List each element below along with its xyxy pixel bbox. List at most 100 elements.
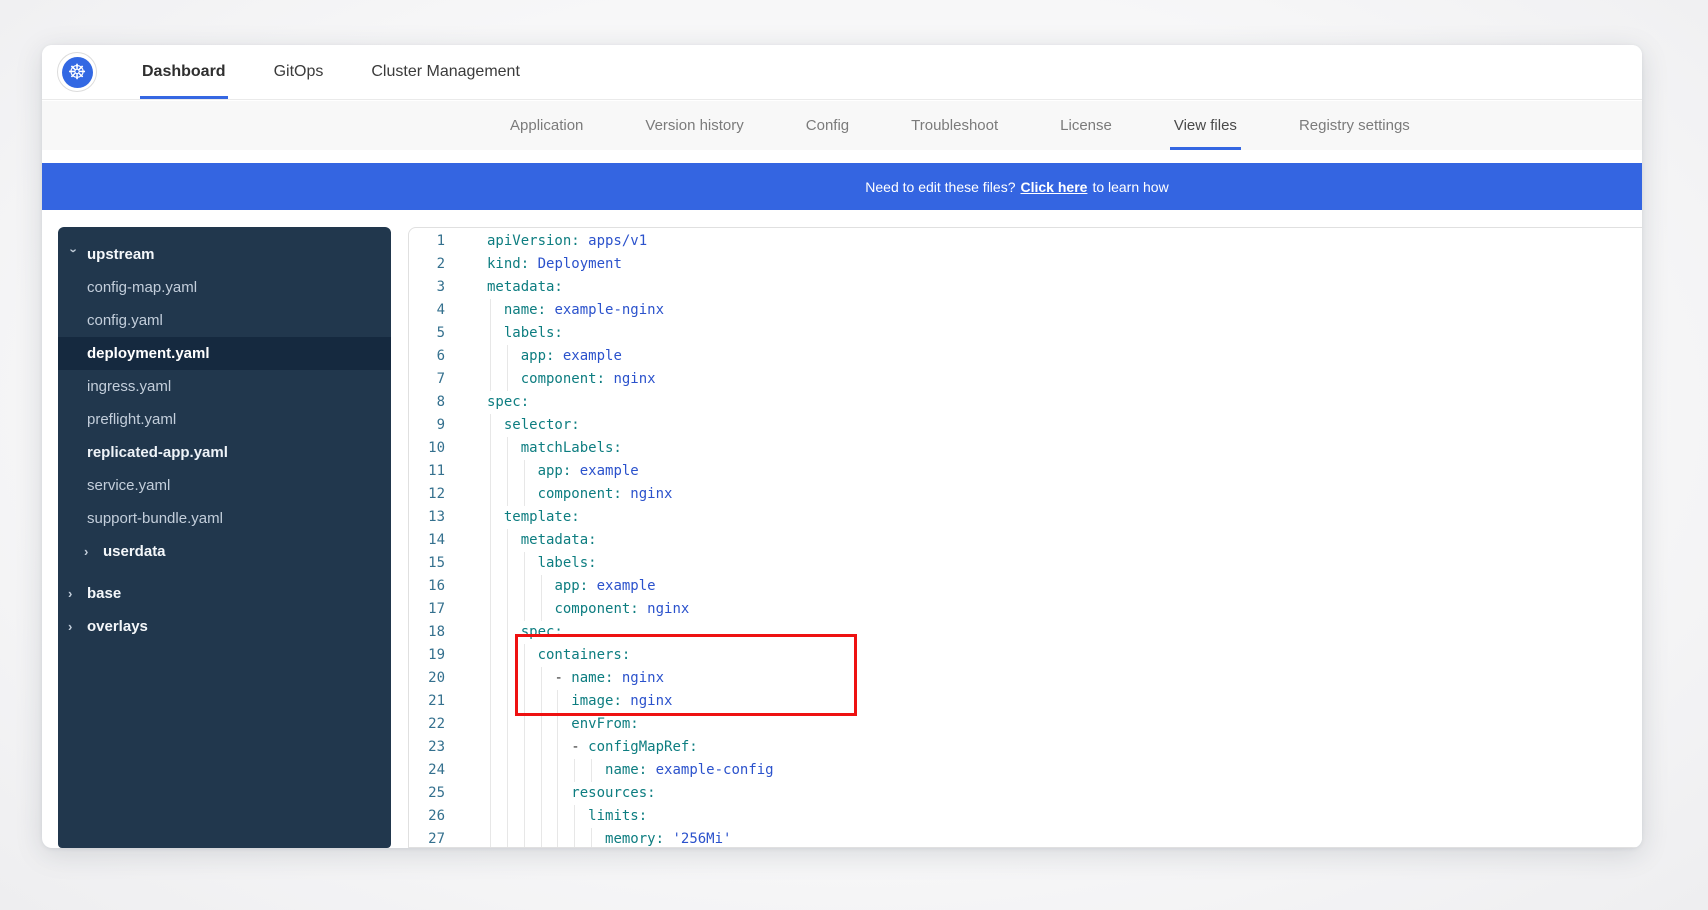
indent-guide xyxy=(507,598,508,621)
code-line-27[interactable]: 27 memory: '256Mi' xyxy=(409,828,1642,848)
line-number: 18 xyxy=(409,621,487,644)
subnav-tab-config[interactable]: Config xyxy=(806,101,849,150)
line-content: selector: xyxy=(487,414,1642,437)
indent-guide xyxy=(490,690,491,713)
subnav-tab-view-files[interactable]: View files xyxy=(1174,101,1237,150)
line-content: metadata: xyxy=(487,529,1642,552)
indent-guide xyxy=(507,782,508,805)
header-tab-dashboard[interactable]: Dashboard xyxy=(142,45,226,99)
code-line-9[interactable]: 9 selector: xyxy=(409,414,1642,437)
indent-guide xyxy=(574,759,575,782)
indent-guide xyxy=(541,736,542,759)
code-line-25[interactable]: 25 resources: xyxy=(409,782,1642,805)
indent-guide xyxy=(490,529,491,552)
code-line-14[interactable]: 14 metadata: xyxy=(409,529,1642,552)
indent-guide xyxy=(524,805,525,828)
code-line-2[interactable]: 2kind: Deployment xyxy=(409,253,1642,276)
indent-guide xyxy=(507,736,508,759)
indent-guide xyxy=(557,713,558,736)
tree-item-preflight-yaml[interactable]: preflight.yaml xyxy=(58,403,391,436)
code-line-24[interactable]: 24 name: example-config xyxy=(409,759,1642,782)
line-number: 20 xyxy=(409,667,487,690)
tree-item-config-yaml[interactable]: config.yaml xyxy=(58,304,391,337)
banner-text-before: Need to edit these files? xyxy=(865,179,1015,195)
code-line-5[interactable]: 5 labels: xyxy=(409,322,1642,345)
code-line-13[interactable]: 13 template: xyxy=(409,506,1642,529)
indent-guide xyxy=(574,828,575,848)
line-content: matchLabels: xyxy=(487,437,1642,460)
line-content: metadata: xyxy=(487,276,1642,299)
tree-item-base[interactable]: ›base xyxy=(58,577,391,610)
tree-item-deployment-yaml[interactable]: deployment.yaml xyxy=(58,337,391,370)
tree-item-label: preflight.yaml xyxy=(87,411,176,428)
line-content: template: xyxy=(487,506,1642,529)
subnav-tab-registry-settings[interactable]: Registry settings xyxy=(1299,101,1410,150)
yaml-editor[interactable]: 1apiVersion: apps/v12kind: Deployment3me… xyxy=(408,227,1642,848)
code-line-12[interactable]: 12 component: nginx xyxy=(409,483,1642,506)
line-number: 13 xyxy=(409,506,487,529)
code-line-18[interactable]: 18 spec: xyxy=(409,621,1642,644)
banner-click-here-link[interactable]: Click here xyxy=(1021,179,1088,195)
subnav-tab-troubleshoot[interactable]: Troubleshoot xyxy=(911,101,998,150)
tree-item-service-yaml[interactable]: service.yaml xyxy=(58,469,391,502)
code-line-17[interactable]: 17 component: nginx xyxy=(409,598,1642,621)
indent-guide xyxy=(557,805,558,828)
tree-item-replicated-app-yaml[interactable]: replicated-app.yaml xyxy=(58,436,391,469)
code-line-1[interactable]: 1apiVersion: apps/v1 xyxy=(409,230,1642,253)
code-line-23[interactable]: 23 - configMapRef: xyxy=(409,736,1642,759)
code-line-21[interactable]: 21 image: nginx xyxy=(409,690,1642,713)
tree-item-upstream[interactable]: ›upstream xyxy=(58,238,391,271)
code-line-8[interactable]: 8spec: xyxy=(409,391,1642,414)
code-line-19[interactable]: 19 containers: xyxy=(409,644,1642,667)
indent-guide xyxy=(490,368,491,391)
header-tab-gitops[interactable]: GitOps xyxy=(274,45,324,99)
line-content: memory: '256Mi' xyxy=(487,828,1642,848)
page: ☸ DashboardGitOpsCluster Management Appl… xyxy=(0,0,1708,910)
tree-item-label: replicated-app.yaml xyxy=(87,444,228,461)
code-line-3[interactable]: 3metadata: xyxy=(409,276,1642,299)
indent-guide xyxy=(490,598,491,621)
indent-guide xyxy=(541,575,542,598)
tree-item-overlays[interactable]: ›overlays xyxy=(58,610,391,643)
line-number: 19 xyxy=(409,644,487,667)
code-line-6[interactable]: 6 app: example xyxy=(409,345,1642,368)
code-line-10[interactable]: 10 matchLabels: xyxy=(409,437,1642,460)
line-content: spec: xyxy=(487,621,1642,644)
subnav-tab-license[interactable]: License xyxy=(1060,101,1112,150)
subnav-tab-version-history[interactable]: Version history xyxy=(645,101,743,150)
indent-guide xyxy=(490,437,491,460)
indent-guide xyxy=(490,322,491,345)
code-line-15[interactable]: 15 labels: xyxy=(409,552,1642,575)
line-number: 3 xyxy=(409,276,487,299)
header-tab-cluster-management[interactable]: Cluster Management xyxy=(371,45,520,99)
app-subnav-tabs: Application Version history Config Troubles… xyxy=(42,101,1642,150)
indent-guide xyxy=(507,759,508,782)
indent-guide xyxy=(541,828,542,848)
code-line-20[interactable]: 20 - name: nginx xyxy=(409,667,1642,690)
line-number: 7 xyxy=(409,368,487,391)
indent-guide xyxy=(507,460,508,483)
tree-item-config-map-yaml[interactable]: config-map.yaml xyxy=(58,271,391,304)
line-number: 9 xyxy=(409,414,487,437)
line-content: app: example xyxy=(487,460,1642,483)
top-navbar: ☸ DashboardGitOpsCluster Management xyxy=(42,45,1642,100)
tree-item-ingress-yaml[interactable]: ingress.yaml xyxy=(58,370,391,403)
code-line-26[interactable]: 26 limits: xyxy=(409,805,1642,828)
indent-guide xyxy=(524,483,525,506)
tree-item-userdata[interactable]: ›userdata xyxy=(58,535,391,568)
code-line-16[interactable]: 16 app: example xyxy=(409,575,1642,598)
edit-files-banner: Need to edit these files? Click here to … xyxy=(42,163,1642,210)
code-line-22[interactable]: 22 envFrom: xyxy=(409,713,1642,736)
chevron-right-icon: › xyxy=(84,544,96,559)
code-line-7[interactable]: 7 component: nginx xyxy=(409,368,1642,391)
line-number: 12 xyxy=(409,483,487,506)
tree-item-support-bundle-yaml[interactable]: support-bundle.yaml xyxy=(58,502,391,535)
line-content: spec: xyxy=(487,391,1642,414)
indent-guide xyxy=(490,782,491,805)
indent-guide xyxy=(507,437,508,460)
subnav-tab-application[interactable]: Application xyxy=(510,101,583,150)
indent-guide xyxy=(524,828,525,848)
line-number: 22 xyxy=(409,713,487,736)
code-line-4[interactable]: 4 name: example-nginx xyxy=(409,299,1642,322)
code-line-11[interactable]: 11 app: example xyxy=(409,460,1642,483)
